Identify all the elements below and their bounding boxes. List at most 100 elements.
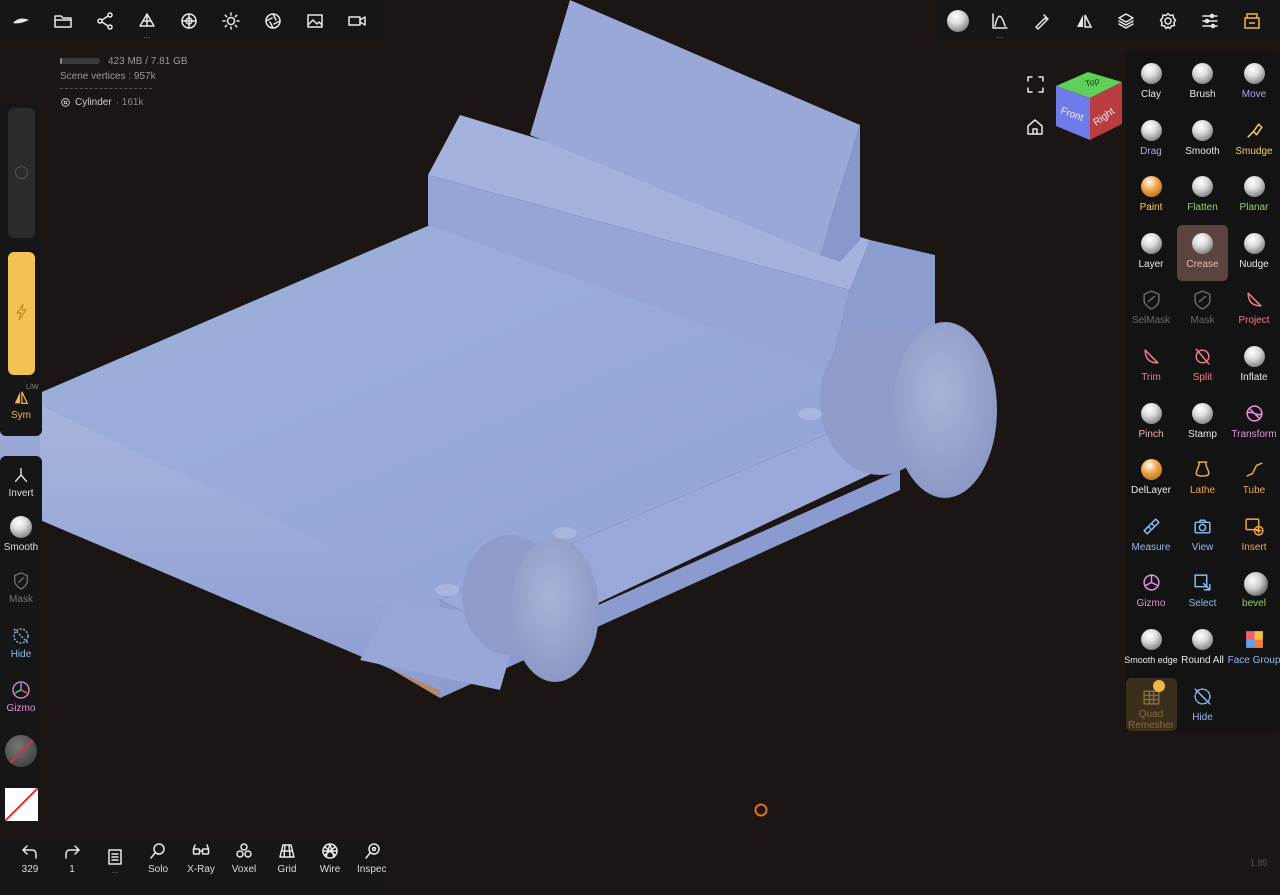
tool-gizmo[interactable]: Gizmo — [1126, 564, 1177, 620]
view-cube[interactable]: Top Front Right — [1052, 68, 1126, 142]
tool-selmask[interactable]: SelMask — [1126, 281, 1177, 337]
select-icon — [1192, 572, 1213, 593]
tool-planar[interactable]: Planar — [1229, 168, 1280, 224]
tool-insert[interactable]: Insert — [1229, 508, 1280, 564]
tool-layer[interactable]: Layer — [1126, 225, 1177, 281]
tool-round-all[interactable]: Round All — [1177, 621, 1228, 677]
paint-label: Paint — [1139, 202, 1163, 214]
tool-transform[interactable]: Transform — [1229, 395, 1280, 451]
inflate-icon — [1243, 346, 1265, 367]
aperture-icon[interactable] — [252, 0, 294, 42]
fullscreen-icon[interactable] — [1027, 76, 1044, 93]
tool-view[interactable]: View — [1177, 508, 1228, 564]
logo-icon[interactable] — [0, 0, 42, 42]
inspect-label: Inspect — [357, 864, 386, 875]
mask-quick-button[interactable]: Mask — [0, 571, 42, 605]
store-icon[interactable] — [1231, 0, 1273, 42]
left-slider-panel: L/W Sym — [0, 100, 42, 436]
radius-slider[interactable] — [8, 108, 35, 238]
image-icon[interactable] — [294, 0, 336, 42]
tool-pinch[interactable]: Pinch — [1126, 395, 1177, 451]
folder-icon[interactable] — [42, 0, 84, 42]
smooth-icon — [1192, 119, 1213, 141]
lightning-icon — [15, 304, 28, 320]
tool-split[interactable]: Split — [1177, 338, 1228, 394]
sym-label: Sym — [11, 410, 31, 421]
solo-label: Solo — [147, 864, 168, 875]
active-object[interactable]: Cylinder · 161k — [60, 95, 188, 110]
share-icon[interactable] — [84, 0, 126, 42]
gizmo-quick-button[interactable]: Gizmo — [0, 679, 42, 714]
tool-face-group[interactable]: Face Group — [1228, 621, 1280, 677]
tool-project[interactable]: Project — [1229, 281, 1280, 337]
redo-button[interactable]: 1 — [51, 842, 93, 875]
tool-inflate[interactable]: Inflate — [1229, 338, 1280, 394]
inspect-icon — [365, 843, 380, 859]
undo-icon — [22, 845, 37, 859]
tool-mask[interactable]: Mask — [1177, 281, 1228, 337]
tool-crease[interactable]: Crease — [1177, 224, 1228, 281]
tool-smooth-edge[interactable]: Smooth edge — [1124, 621, 1178, 677]
inspect-button[interactable]: Inspect — [352, 842, 386, 875]
sliders-icon[interactable] — [1189, 0, 1231, 42]
invert-icon — [14, 468, 28, 482]
tool-brush[interactable]: Brush — [1177, 55, 1228, 111]
vertices-text: Scene vertices : 957k — [60, 71, 156, 82]
camera-icon[interactable] — [336, 0, 378, 42]
move-label: Move — [1241, 89, 1267, 100]
selmask-icon — [1141, 289, 1162, 311]
light-icon[interactable] — [210, 0, 252, 42]
sym-button[interactable]: L/W Sym — [0, 384, 42, 421]
home-icon[interactable] — [1026, 118, 1044, 136]
smooth-quick-button[interactable]: Smooth — [0, 516, 42, 553]
symmetry-icon[interactable] — [1063, 0, 1105, 42]
active-tool-icon[interactable] — [937, 0, 979, 42]
undo-count: 329 — [21, 864, 39, 875]
material-color-swatch[interactable] — [5, 735, 37, 767]
undo-button[interactable]: 329 — [9, 842, 51, 875]
dellayer-label: DelLayer — [1130, 485, 1172, 497]
color-swatch[interactable] — [5, 788, 38, 821]
tool-nudge[interactable]: Nudge — [1229, 225, 1280, 281]
layer-label: Layer — [1138, 258, 1164, 270]
tool-paint[interactable]: Paint — [1126, 168, 1177, 224]
scene-icon[interactable]: ... — [126, 0, 168, 42]
tool-measure[interactable]: Measure — [1126, 508, 1177, 564]
memory-text: 423 MB / 7.81 GB — [108, 56, 188, 67]
tool-hide[interactable]: Hide — [1177, 678, 1228, 734]
layers-icon[interactable] — [1105, 0, 1147, 42]
tool-trim[interactable]: Trim — [1126, 338, 1177, 394]
history-button[interactable]: ... — [94, 842, 136, 875]
material-icon[interactable] — [168, 0, 210, 42]
tool-drag[interactable]: Drag — [1126, 112, 1177, 168]
crease-icon — [1192, 232, 1213, 254]
tool-smudge[interactable]: Smudge — [1229, 112, 1280, 168]
hide-quick-button[interactable]: Hide — [0, 626, 42, 660]
clay-label: Clay — [1140, 89, 1161, 100]
curve-icon[interactable]: ... — [979, 0, 1021, 42]
project-icon — [1244, 289, 1265, 310]
xray-button[interactable]: X-Ray — [180, 842, 222, 875]
tool-dellayer[interactable]: DelLayer — [1126, 451, 1177, 507]
wire-button[interactable]: Wire — [309, 842, 351, 875]
xray-label: X-Ray — [187, 864, 215, 875]
tool-quad-remesher[interactable]: Quad Remesher — [1125, 677, 1177, 731]
tool-bevel[interactable]: bevel — [1229, 564, 1280, 620]
tool-tube[interactable]: Tube — [1229, 451, 1280, 507]
invert-button[interactable]: Invert — [0, 466, 42, 499]
tool-flatten[interactable]: Flatten — [1177, 168, 1228, 224]
solo-icon — [150, 843, 165, 859]
pen-icon[interactable] — [1021, 0, 1063, 42]
tool-move[interactable]: Move — [1229, 55, 1280, 111]
tool-smooth[interactable]: Smooth — [1177, 112, 1228, 168]
tool-clay[interactable]: Clay — [1126, 55, 1177, 111]
tool-stamp[interactable]: Stamp — [1177, 395, 1228, 451]
tool-select[interactable]: Select — [1177, 564, 1228, 620]
tool-lathe[interactable]: Lathe — [1177, 451, 1228, 507]
move-icon — [1243, 63, 1265, 84]
settings-icon[interactable] — [1147, 0, 1189, 42]
voxel-button[interactable]: Voxel — [223, 842, 265, 875]
intensity-slider[interactable] — [8, 252, 35, 375]
grid-button[interactable]: Grid — [266, 842, 308, 875]
solo-button[interactable]: Solo — [137, 842, 179, 875]
